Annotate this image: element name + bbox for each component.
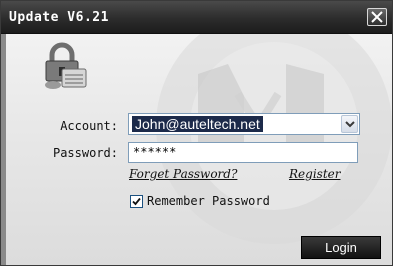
chevron-down-icon bbox=[345, 121, 355, 128]
remember-password-label[interactable]: Remember Password bbox=[147, 194, 270, 208]
password-label: Password: bbox=[52, 146, 118, 160]
account-label: Account: bbox=[60, 119, 118, 133]
check-icon bbox=[132, 197, 141, 206]
close-icon bbox=[371, 11, 383, 23]
login-window: Update V6.21 Account: John@auteltech.net bbox=[0, 0, 393, 266]
account-value[interactable]: John@auteltech.net bbox=[132, 116, 263, 132]
login-button[interactable]: Login bbox=[301, 236, 381, 259]
close-button[interactable] bbox=[367, 8, 387, 26]
form-panel: Account: John@auteltech.net Password: **… bbox=[6, 34, 392, 265]
title-bar[interactable]: Update V6.21 bbox=[1, 1, 392, 34]
password-field[interactable]: ****** bbox=[128, 142, 358, 163]
account-combobox[interactable]: John@auteltech.net bbox=[128, 113, 360, 135]
lock-icon bbox=[45, 42, 87, 89]
account-dropdown-button[interactable] bbox=[341, 115, 358, 133]
register-link[interactable]: Register bbox=[289, 167, 340, 181]
window-title: Update V6.21 bbox=[9, 10, 109, 25]
forgot-password-link[interactable]: Forget Password? bbox=[129, 167, 237, 181]
remember-password-checkbox[interactable] bbox=[130, 195, 143, 208]
